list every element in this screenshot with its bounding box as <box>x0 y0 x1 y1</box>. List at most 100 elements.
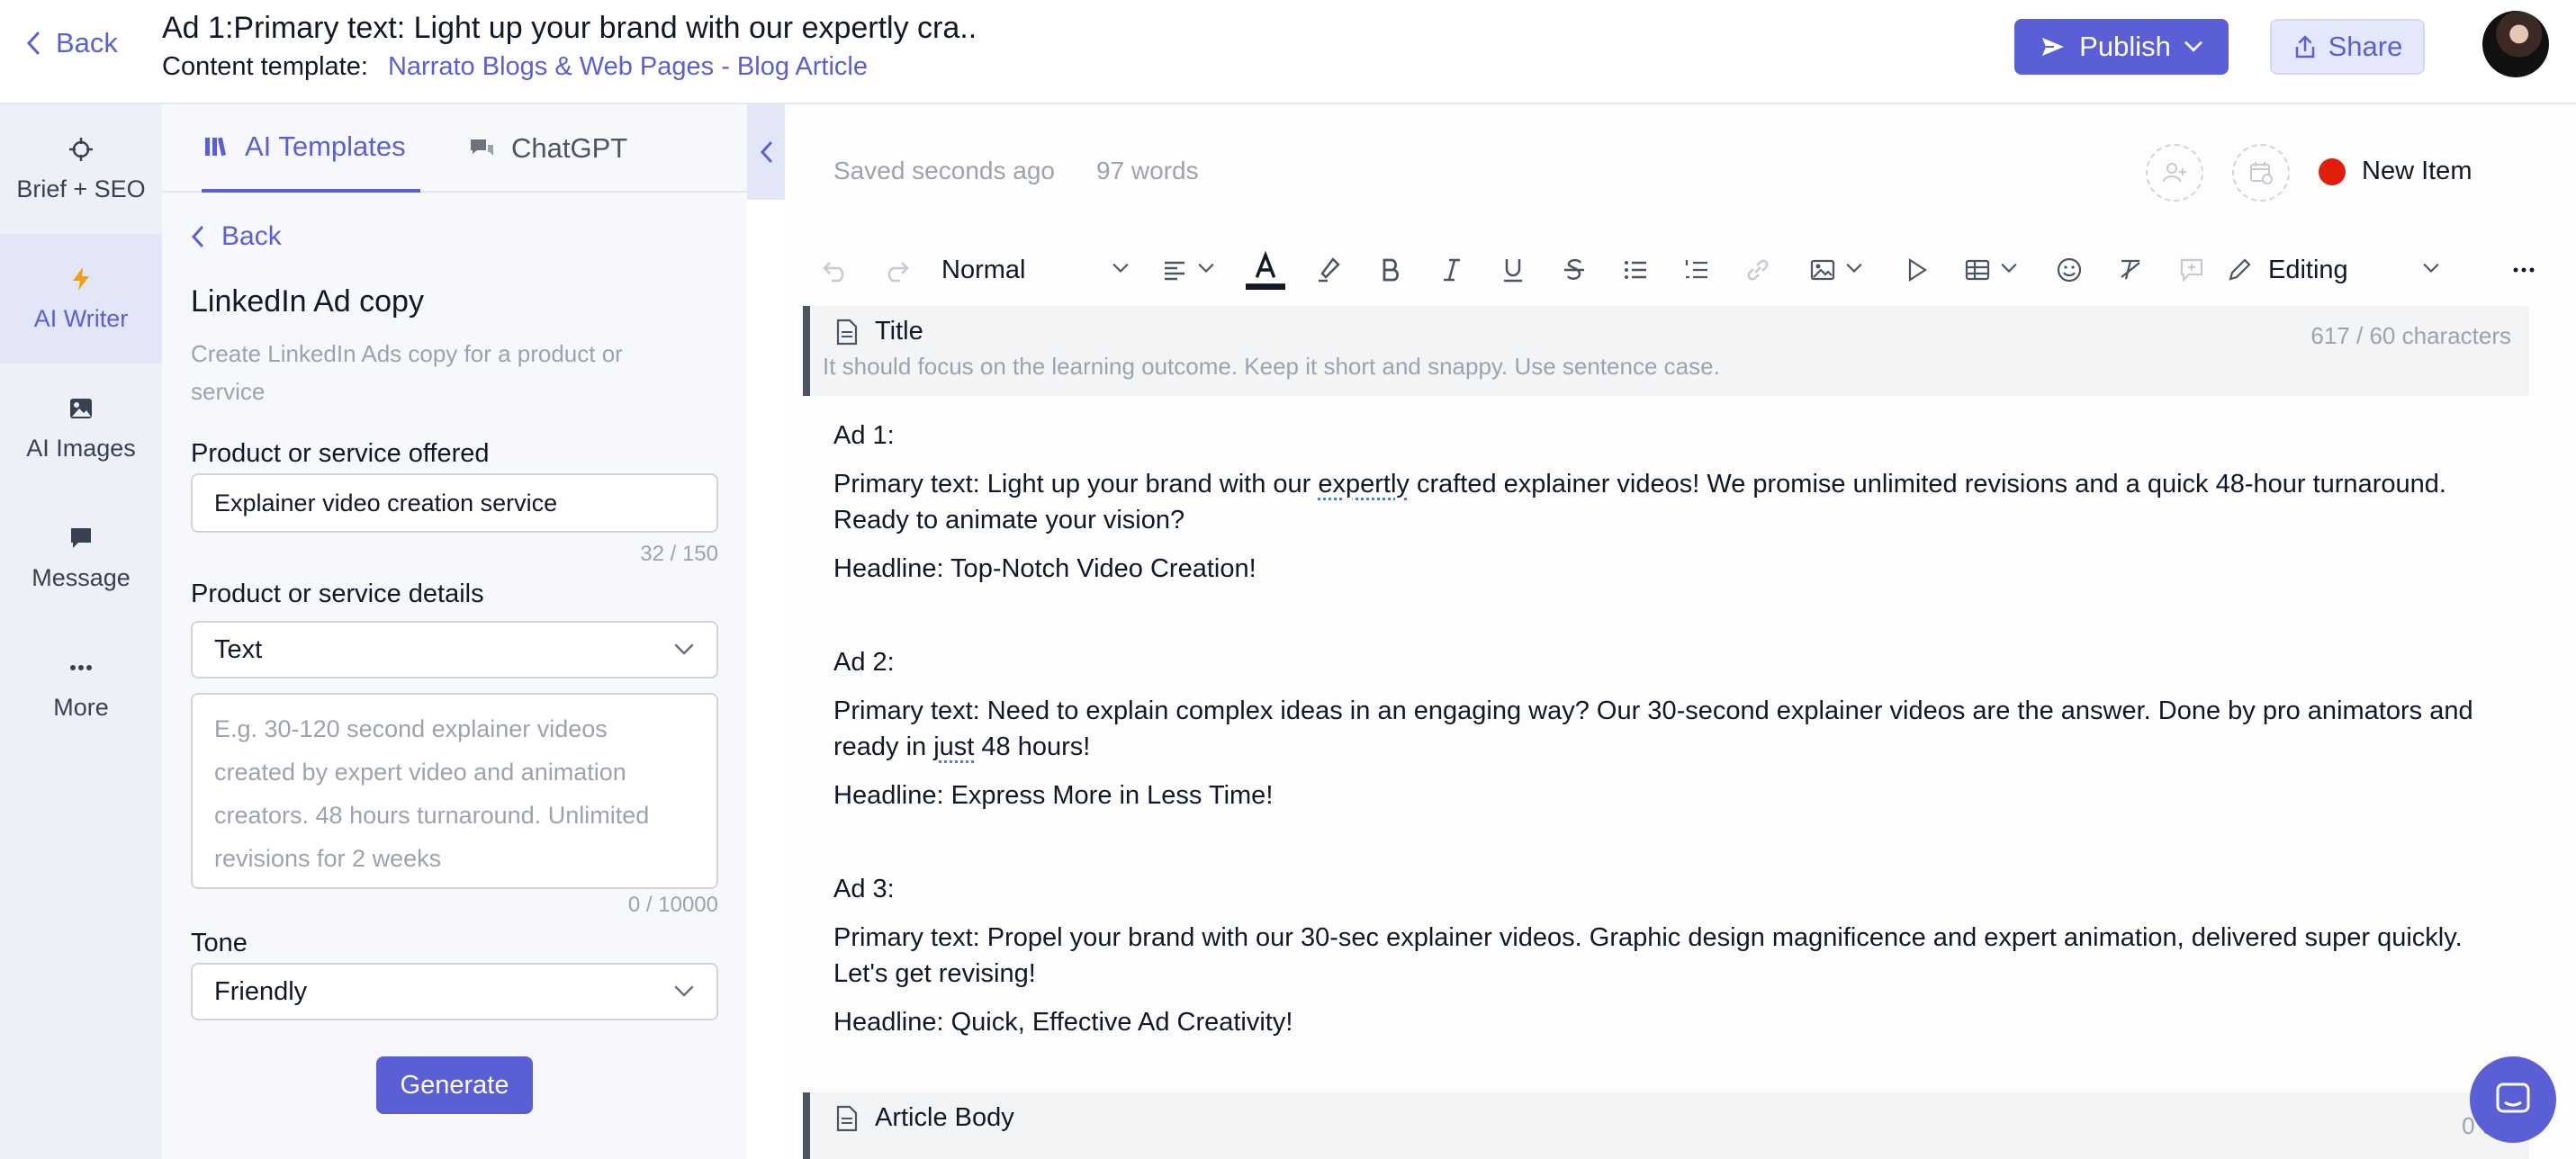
table-insert-dropdown[interactable] <box>1955 239 2027 301</box>
pencil-icon <box>2229 258 2251 281</box>
table-icon <box>1965 259 1990 281</box>
document-icon <box>836 319 858 345</box>
bullet-list-button[interactable] <box>1613 239 1658 301</box>
undo-button[interactable] <box>817 239 853 301</box>
emoji-icon <box>2057 257 2082 283</box>
bold-icon <box>1383 258 1399 282</box>
message-icon <box>71 527 91 548</box>
crosshair-icon <box>69 137 93 161</box>
tone-field-label: Tone <box>191 929 248 957</box>
chevron-left-icon <box>26 31 40 55</box>
spelling-mark: just <box>933 732 975 761</box>
templates-icon <box>205 137 227 157</box>
undo-icon <box>823 262 844 283</box>
rail-label-ai-writer: AI Writer <box>33 304 129 332</box>
more-dots-icon <box>2513 267 2535 273</box>
publish-button[interactable]: Publish <box>2014 19 2229 75</box>
highlight-button[interactable] <box>1307 239 1352 301</box>
document-title[interactable]: Ad 1:Primary text: Light up your brand w… <box>162 11 977 46</box>
image-icon <box>70 398 92 418</box>
rail-item-ai-writer[interactable]: AI Writer <box>0 234 162 364</box>
chevron-down-icon <box>1112 263 1129 273</box>
ad-2-heading: Ad 2: <box>833 648 895 677</box>
back-label: Back <box>56 27 118 58</box>
editor-area: Saved seconds ago 97 words New Item Norm… <box>785 104 2576 1159</box>
italic-icon <box>1444 258 1460 282</box>
top-header: Back Ad 1:Primary text: Light up your br… <box>0 0 2576 104</box>
rail-item-brief-seo[interactable]: Brief + SEO <box>0 104 162 234</box>
bolt-icon <box>73 266 89 291</box>
underline-button[interactable] <box>1491 239 1536 301</box>
chevron-left-icon <box>191 226 203 247</box>
article-body-field-block: Article Body 0 wo <box>803 1092 2529 1159</box>
editing-mode-dropdown[interactable]: Editing <box>2225 239 2441 301</box>
redo-icon <box>887 262 909 283</box>
italic-button[interactable] <box>1429 239 1474 301</box>
chevron-down-icon <box>2001 263 2017 273</box>
chevron-down-icon <box>1198 263 1214 273</box>
paragraph-style-value: Normal <box>941 255 1026 284</box>
paragraph-style-select[interactable]: Normal <box>941 239 1130 301</box>
ad-2-primary-text: Primary text: Need to explain complex id… <box>833 696 2473 761</box>
generate-button[interactable]: Generate <box>376 1056 533 1114</box>
assign-user-button[interactable] <box>2146 144 2203 202</box>
play-icon <box>1908 257 1928 283</box>
align-dropdown[interactable] <box>1152 239 1224 301</box>
details-textarea[interactable]: E.g. 30-120 second explainer videos crea… <box>191 693 718 889</box>
details-type-value: Text <box>214 634 263 664</box>
collapse-panel-button[interactable] <box>747 104 785 200</box>
chevron-down-icon <box>674 985 694 997</box>
product-input[interactable]: Explainer video creation service <box>191 473 718 533</box>
image-icon <box>1810 259 1835 281</box>
details-type-select[interactable]: Text <box>191 621 718 678</box>
ad-3-primary-text: Primary text: Propel your brand with our… <box>833 923 2463 988</box>
product-char-counter: 32 / 150 <box>640 542 718 566</box>
chevron-left-icon <box>760 141 772 163</box>
comment-icon <box>2180 258 2203 283</box>
rail-item-message[interactable]: Message <box>0 493 162 623</box>
back-button[interactable]: Back <box>23 27 118 59</box>
comment-button[interactable] <box>2169 239 2214 301</box>
tone-select[interactable]: Friendly <box>191 963 718 1020</box>
rail-label-message: Message <box>32 563 131 591</box>
tab-ai-templates[interactable]: AI Templates <box>202 104 420 193</box>
font-color-button[interactable] <box>1240 239 1291 301</box>
tab-ai-templates-label: AI Templates <box>245 130 406 162</box>
workflow-status[interactable]: New Item <box>2319 157 2472 186</box>
highlighter-icon <box>1319 257 1340 283</box>
rail-item-more[interactable]: More <box>0 623 162 752</box>
panel-back-button[interactable]: Back <box>189 221 282 252</box>
redo-button[interactable] <box>878 239 914 301</box>
align-left-icon <box>1165 261 1184 281</box>
template-title: LinkedIn Ad copy <box>191 284 424 319</box>
editor-content[interactable]: Ad 1: Primary text: Light up your brand … <box>833 418 2490 1053</box>
word-count: 97 words <box>1096 157 1199 184</box>
article-body-label: Article Body <box>875 1103 1014 1132</box>
ai-writer-panel: AI Templates ChatGPT Back LinkedIn Ad co… <box>162 104 747 1159</box>
content-template-link[interactable]: Narrato Blogs & Web Pages - Blog Article <box>388 52 868 81</box>
share-button[interactable]: Share <box>2270 19 2425 75</box>
editor-toolbar: Normal Editing <box>817 239 2554 301</box>
tab-chatgpt[interactable]: ChatGPT <box>468 104 627 193</box>
left-nav-rail: Brief + SEO AI Writer AI Images Message … <box>0 104 162 1159</box>
more-toolbar-button[interactable] <box>2506 239 2542 301</box>
due-date-button[interactable] <box>2232 144 2290 202</box>
status-dot <box>2319 157 2346 185</box>
support-chat-button[interactable] <box>2470 1056 2556 1143</box>
calendar-icon <box>2250 162 2273 184</box>
clear-format-button[interactable] <box>2108 239 2153 301</box>
user-avatar[interactable] <box>2482 11 2549 77</box>
media-embed-button[interactable] <box>1894 239 1939 301</box>
link-button[interactable] <box>1735 239 1780 301</box>
editing-mode-value: Editing <box>2268 255 2348 284</box>
image-insert-dropdown[interactable] <box>1800 239 1872 301</box>
rail-item-ai-images[interactable]: AI Images <box>0 364 162 493</box>
font-color-icon <box>1246 250 1285 290</box>
emoji-button[interactable] <box>2047 239 2092 301</box>
strikethrough-button[interactable] <box>1552 239 1597 301</box>
bold-button[interactable] <box>1368 239 1413 301</box>
details-char-counter: 0 / 10000 <box>627 893 718 917</box>
numbered-list-button[interactable] <box>1674 239 1719 301</box>
panel-tabs: AI Templates ChatGPT <box>162 104 747 193</box>
send-icon <box>2042 38 2065 56</box>
